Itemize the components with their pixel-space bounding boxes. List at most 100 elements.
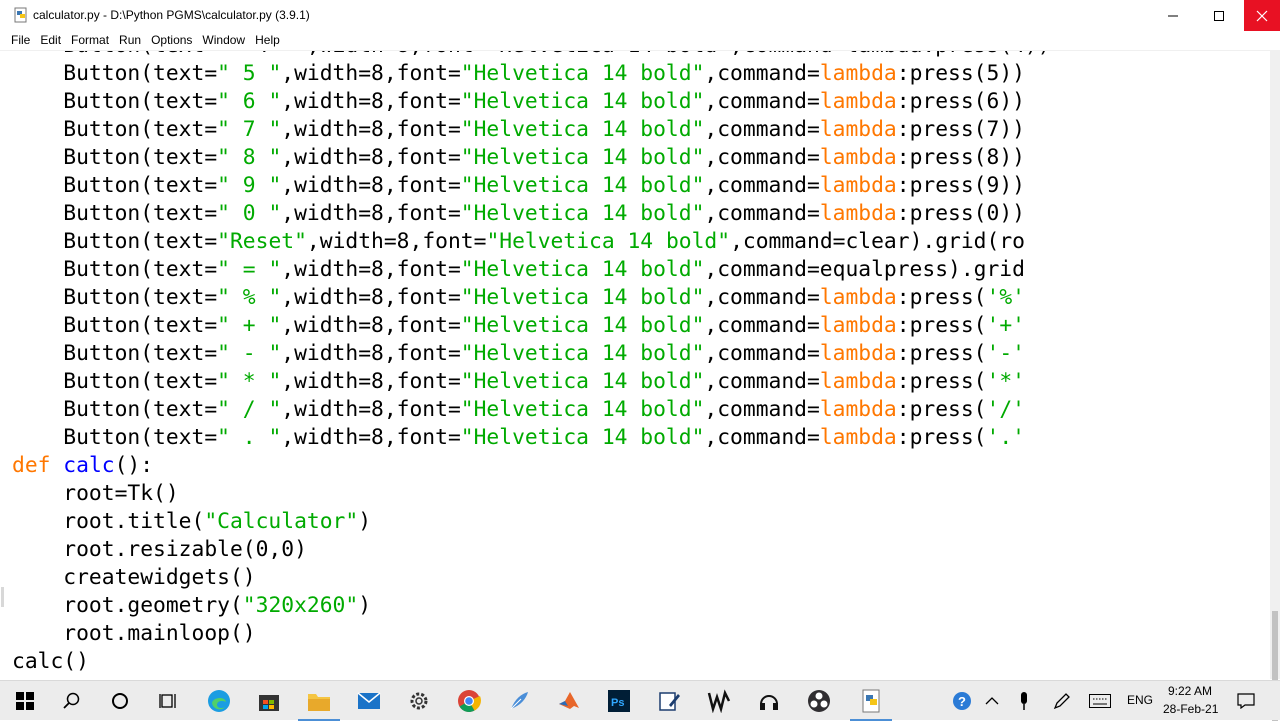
menu-file[interactable]: File xyxy=(6,31,35,50)
chevron-up-icon xyxy=(985,697,999,705)
minimize-button[interactable] xyxy=(1150,0,1196,31)
code-line[interactable]: def calc(): xyxy=(12,453,153,478)
code-line[interactable]: Button(text=" - ",width=8,font="Helvetic… xyxy=(12,341,1025,366)
code-line[interactable]: root.title("Calculator") xyxy=(12,509,371,534)
code-token: ,width=8,font= xyxy=(281,201,461,226)
taskbar-photoshop[interactable]: Ps xyxy=(594,681,644,721)
tray-keyboard[interactable] xyxy=(1078,681,1122,721)
code-token: root.title( xyxy=(12,509,205,534)
code-token: lambda xyxy=(819,425,897,450)
code-token: ,width=8,font= xyxy=(281,285,461,310)
code-line[interactable]: Button(text=" 8 ",width=8,font="Helvetic… xyxy=(12,145,1025,170)
code-token: ) xyxy=(358,593,372,618)
code-token: "320x260" xyxy=(242,593,359,618)
code-line[interactable]: Button(text=" % ",width=8,font="Helvetic… xyxy=(12,285,1025,310)
taskbar-mail[interactable] xyxy=(344,681,394,721)
menu-options[interactable]: Options xyxy=(146,31,197,50)
code-line[interactable]: Button(text=" 5 ",width=8,font="Helvetic… xyxy=(12,61,1025,86)
start-button[interactable] xyxy=(0,681,50,721)
close-icon xyxy=(1256,10,1268,21)
menu-help[interactable]: Help xyxy=(250,31,285,50)
code-token: ,width=8,font= xyxy=(306,229,487,254)
code-line[interactable]: Button(text=" + ",width=8,font="Helvetic… xyxy=(12,313,1025,338)
code-line[interactable]: root.geometry("320x260") xyxy=(12,593,371,618)
taskbar-notepad-pen[interactable] xyxy=(644,681,694,721)
code-token: ,width=8,font= xyxy=(281,397,461,422)
microphone-icon xyxy=(1021,692,1027,710)
taskbar-python-feather[interactable] xyxy=(494,681,544,721)
tray-microphone[interactable] xyxy=(1004,681,1044,721)
code-token: Button(text= xyxy=(12,145,218,170)
code-line[interactable]: Button(text=" * ",width=8,font="Helvetic… xyxy=(12,369,1025,394)
vertical-scrollbar[interactable] xyxy=(1270,51,1280,721)
code-line[interactable]: calc() xyxy=(12,649,89,674)
code-token: " 5 " xyxy=(217,61,282,86)
maximize-button[interactable] xyxy=(1196,0,1242,31)
edge-icon xyxy=(208,690,230,712)
code-token: lambda xyxy=(819,341,897,366)
code-token: '%' xyxy=(986,285,1025,310)
code-editor[interactable]: Button(text=" 4 ",width=8,font="Helvetic… xyxy=(8,51,1270,679)
menu-edit[interactable]: Edit xyxy=(35,31,66,50)
language-indicator[interactable]: ENG xyxy=(1127,693,1153,707)
code-line[interactable]: createwidgets() xyxy=(12,565,255,590)
code-line[interactable]: Button(text=" 0 ",width=8,font="Helvetic… xyxy=(12,201,1025,226)
taskbar-store[interactable] xyxy=(244,681,294,721)
taskbar-obs[interactable] xyxy=(794,681,844,721)
clock-date[interactable]: 28-Feb-21 xyxy=(1163,702,1218,716)
menu-run[interactable]: Run xyxy=(114,31,146,50)
taskbar-audio-wave[interactable] xyxy=(694,681,744,721)
code-line[interactable]: Button(text=" / ",width=8,font="Helvetic… xyxy=(12,397,1025,422)
code-token: ,command= xyxy=(704,425,820,450)
taskbar-matlab[interactable] xyxy=(544,681,594,721)
code-line[interactable]: Button(text=" 9 ",width=8,font="Helvetic… xyxy=(12,173,1025,198)
code-token: ,command= xyxy=(704,285,820,310)
taskbar-python-idle[interactable] xyxy=(846,681,896,721)
code-token: root.geometry( xyxy=(12,593,243,618)
code-token: Button(text=" 4 ",width=8,font="Helvetic… xyxy=(12,51,1050,58)
code-token: ,width=8,font= xyxy=(281,341,461,366)
code-token: lambda xyxy=(819,61,897,86)
audio-wave-icon xyxy=(707,689,731,713)
code-text[interactable]: Button(text=" 4 ",width=8,font="Helvetic… xyxy=(12,51,1051,676)
code-line[interactable]: root.mainloop() xyxy=(12,621,255,646)
code-line[interactable]: Button(text=" 6 ",width=8,font="Helvetic… xyxy=(12,89,1025,114)
code-token: " + " xyxy=(217,313,282,338)
code-token: " = " xyxy=(217,257,282,282)
taskbar-task-view[interactable] xyxy=(143,681,193,721)
pen-icon xyxy=(1053,693,1070,710)
matlab-icon xyxy=(559,692,579,709)
code-token: "Helvetica 14 bold" xyxy=(460,117,705,142)
action-center-button[interactable] xyxy=(1224,681,1268,721)
code-token: ) xyxy=(358,509,372,534)
taskbar-cortana[interactable] xyxy=(95,681,145,721)
code-line[interactable]: Button(text="Reset",width=8,font="Helvet… xyxy=(12,229,1025,254)
menu-window[interactable]: Window xyxy=(197,31,250,50)
code-token: "Reset" xyxy=(217,229,307,254)
code-token: :press( xyxy=(896,341,987,366)
close-button[interactable] xyxy=(1244,0,1280,31)
code-token: " - " xyxy=(217,341,282,366)
code-token: Button(text= xyxy=(12,425,218,450)
code-token: Button(text= xyxy=(12,61,218,86)
headphones-icon xyxy=(760,695,778,710)
python-file-icon xyxy=(14,7,27,23)
code-line[interactable]: Button(text=" 4 ",width=8,font="Helvetic… xyxy=(12,51,1050,58)
clock-time[interactable]: 9:22 AM xyxy=(1168,684,1212,698)
taskbar-settings[interactable] xyxy=(394,681,444,721)
code-token: " 0 " xyxy=(217,201,282,226)
taskbar-edge[interactable] xyxy=(194,681,244,721)
code-line[interactable]: Button(text=" . ",width=8,font="Helvetic… xyxy=(12,425,1025,450)
taskbar-chrome[interactable] xyxy=(444,681,494,721)
code-line[interactable]: Button(text=" 7 ",width=8,font="Helvetic… xyxy=(12,117,1025,142)
taskbar-file-explorer[interactable] xyxy=(294,681,344,721)
code-line[interactable]: Button(text=" = ",width=8,font="Helvetic… xyxy=(12,257,1025,282)
taskbar-search[interactable] xyxy=(47,681,97,721)
maximize-icon xyxy=(1214,10,1224,21)
code-line[interactable]: root.resizable(0,0) xyxy=(12,537,307,562)
menu-format[interactable]: Format xyxy=(66,31,114,50)
code-token: ,width=8,font= xyxy=(281,145,461,170)
code-token: :press( xyxy=(896,369,987,394)
code-line[interactable]: root=Tk() xyxy=(12,481,178,506)
taskbar-headphones[interactable] xyxy=(744,681,794,721)
